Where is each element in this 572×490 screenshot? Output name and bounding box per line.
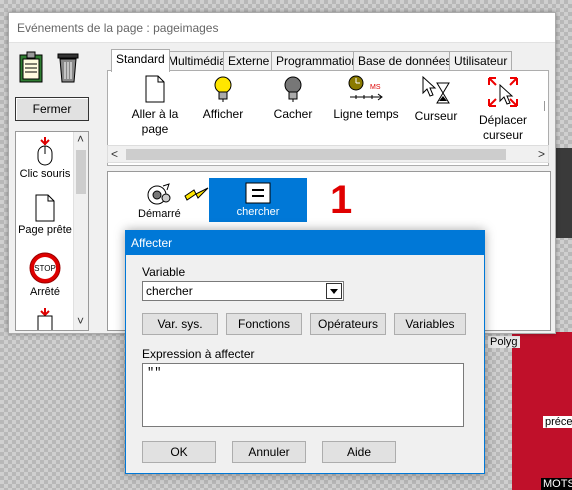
stop-sign-icon: STOP [29, 252, 61, 284]
horizontal-scrollbar[interactable]: < > [107, 145, 549, 163]
tool-label: Curseur [414, 109, 458, 123]
svg-text:MS: MS [370, 84, 381, 91]
ok-button[interactable]: OK [142, 441, 216, 463]
scroll-left-arrow[interactable]: < [111, 147, 118, 161]
page-icon [145, 75, 165, 103]
cancel-button[interactable]: Annuler [232, 441, 306, 463]
page-ready-icon [35, 194, 55, 222]
lightning-icon [184, 186, 210, 207]
action-label: chercher [236, 206, 280, 218]
tab-multimedia[interactable]: Multimédia [163, 51, 232, 71]
scroll-thumb[interactable] [76, 150, 86, 194]
tool-overflow [544, 101, 550, 111]
system-variables-button[interactable]: Var. sys. [142, 313, 218, 335]
tool-label: Ligne temps [333, 107, 399, 121]
list-item-label: Arrêté [30, 286, 60, 298]
chevron-down-icon[interactable] [326, 283, 342, 299]
scroll-right-arrow[interactable]: > [538, 147, 545, 161]
functions-button[interactable]: Fonctions [226, 313, 302, 335]
trigger-list[interactable]: Clic souris Page prête STOP Arrêté ˄ ˅ [15, 131, 89, 331]
event-started[interactable]: Démarré [138, 182, 181, 220]
trash-icon[interactable] [57, 51, 79, 86]
mouse-click-icon [37, 137, 53, 166]
operators-button[interactable]: Opérateurs [310, 313, 386, 335]
tool-hide[interactable]: Cacher [262, 75, 324, 122]
list-item-label: Clic souris [19, 168, 71, 180]
scroll-thumb[interactable] [126, 149, 506, 160]
background-label: Polyg [488, 336, 520, 348]
dialog-title: Affecter [131, 236, 173, 250]
tool-timeline[interactable]: MS Ligne temps [326, 75, 406, 122]
tab-programming[interactable]: Programmation [271, 51, 364, 71]
list-item-partial[interactable] [16, 308, 74, 330]
timeline-icon: MS [348, 75, 383, 101]
variables-button[interactable]: Variables [394, 313, 466, 335]
tool-label: Aller à la page [131, 107, 179, 136]
background-label: MOTS [541, 478, 572, 490]
tab-database[interactable]: Base de données [353, 51, 457, 71]
lightbulb-off-icon [284, 76, 302, 102]
dialog-titlebar[interactable]: Affecter [126, 231, 484, 255]
close-button[interactable]: Fermer [15, 97, 89, 121]
list-item-stopped[interactable]: STOP Arrêté [16, 252, 74, 298]
variable-select[interactable]: chercher [142, 281, 344, 301]
tool-cursor[interactable]: Curseur [410, 75, 462, 124]
vertical-scrollbar[interactable]: ˄ ˅ [73, 132, 88, 330]
tab-external[interactable]: Externe [223, 51, 275, 71]
tool-label: Afficher [202, 107, 244, 121]
assign-icon [245, 182, 271, 204]
variable-label: Variable [142, 265, 186, 279]
action-chercher[interactable]: chercher [209, 178, 307, 222]
move-cursor-icon [488, 77, 518, 107]
tool-move-cursor[interactable]: Déplacer curseur [470, 75, 536, 143]
mouse-icon [37, 308, 53, 330]
variable-select-value: chercher [146, 284, 193, 298]
list-item-label: Page prête [18, 224, 72, 236]
expression-input[interactable]: "" [142, 363, 464, 427]
start-gear-icon [147, 183, 171, 205]
tool-goto-page[interactable]: Aller à la page [122, 75, 188, 137]
tab-standard[interactable]: Standard [111, 49, 170, 72]
tool-show[interactable]: Afficher [192, 75, 254, 122]
expression-label: Expression à affecter [142, 347, 255, 361]
scroll-down-arrow[interactable]: ˅ [77, 314, 84, 328]
tool-label: Déplacer curseur [478, 113, 528, 142]
stop-sign-text: STOP [34, 264, 56, 273]
background-label: préce [543, 416, 572, 428]
list-item-mouse-click[interactable]: Clic souris [16, 136, 74, 180]
assign-dialog: Affecter Variable chercher Var. sys. Fon… [125, 230, 485, 474]
window-titlebar[interactable]: Evénements de la page : pageimages [9, 13, 555, 43]
event-label: Démarré [138, 208, 181, 220]
step-number: 1 [330, 178, 353, 222]
background-window-fragment [512, 332, 572, 490]
tool-label: Cacher [273, 107, 313, 121]
tab-user[interactable]: Utilisateur [449, 51, 513, 71]
clipboard-icon[interactable] [19, 51, 43, 86]
list-item-page-ready[interactable]: Page prête [16, 194, 74, 236]
lightbulb-on-icon [214, 76, 232, 102]
help-button[interactable]: Aide [322, 441, 396, 463]
window-title: Evénements de la page : pageimages [17, 21, 219, 35]
scroll-up-arrow[interactable]: ˄ [77, 132, 84, 146]
hourglass-cursor-icon [422, 75, 450, 104]
